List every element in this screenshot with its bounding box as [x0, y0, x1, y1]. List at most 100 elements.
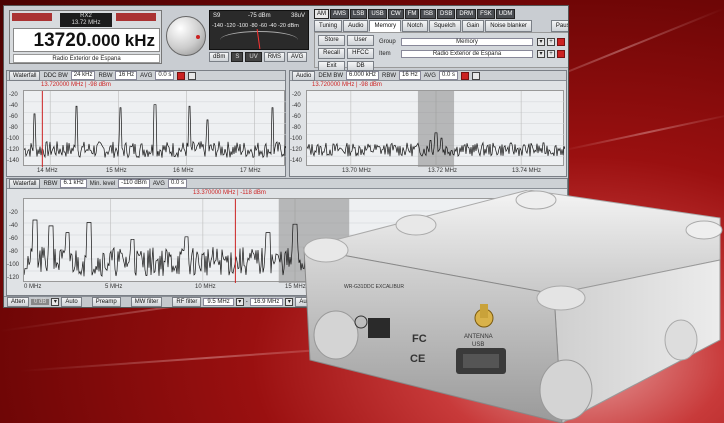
tuning-knob[interactable] [166, 16, 206, 56]
tab-gain[interactable]: Gain [461, 20, 485, 32]
tab-audio[interactable]: Audio [343, 20, 369, 32]
tab-notch[interactable]: Notch [402, 20, 428, 32]
auto-button[interactable]: Auto [61, 297, 82, 307]
user-button[interactable]: User [347, 35, 374, 46]
rbw2-field[interactable]: 6.1 kHz [60, 179, 87, 188]
group-select[interactable]: Memory [401, 38, 533, 46]
settings1-icon[interactable] [188, 71, 197, 80]
wideband-xtick: 0 MHz [24, 284, 42, 290]
item-dropdown-icon[interactable]: ▾ [537, 50, 545, 58]
hfcc-button[interactable]: HFCC [347, 48, 374, 59]
memory-panel: Store User Recall HFCC Exit DB Group Mem… [314, 32, 568, 72]
record1-icon[interactable] [177, 71, 186, 80]
meter-buttons: dBm S UV RMS AVG [209, 52, 308, 62]
wideband-spectrum-header: Waterfall RBW 6.1 kHz Min. level -110 dB… [7, 178, 567, 189]
rbw1-field[interactable]: 16 Hz [115, 71, 138, 80]
wideband-ytick: -60 [9, 236, 18, 242]
mode-bar: AM AMS LSB USB CW FM ISB DSB DRM FSK UDM [314, 9, 516, 19]
mode-udm[interactable]: UDM [495, 9, 516, 19]
meter-rms-button[interactable]: RMS [263, 52, 286, 62]
tab-pause[interactable]: Pause [550, 20, 568, 32]
meter-uv-button[interactable]: UV [245, 52, 262, 62]
store-button[interactable]: Store [318, 35, 345, 46]
rf-filter-high-field[interactable]: 16.9 MHz [249, 298, 284, 306]
audio-ytick: -120 [290, 147, 303, 153]
mode-usb[interactable]: USB [368, 9, 387, 19]
mode-cw[interactable]: CW [387, 9, 404, 19]
ddc-spectrum-svg [24, 91, 286, 167]
mode-isb[interactable]: ISB [420, 9, 437, 19]
passband-region[interactable] [417, 91, 455, 167]
meter-avg-button[interactable]: AVG [287, 52, 308, 62]
ddc-xtick: 17 MHz [240, 168, 261, 174]
mw-filter-button[interactable]: MW filter [130, 297, 163, 307]
group-dropdown-icon[interactable]: ▾ [537, 38, 545, 46]
waterfall1-button[interactable]: Waterfall [9, 70, 41, 81]
ddc-xtick: 16 MHz [173, 168, 194, 174]
item-delete-icon[interactable] [557, 50, 565, 58]
recall-button[interactable]: Recall [318, 48, 345, 59]
rf-filter-low-field[interactable]: 9.5 MHz [203, 298, 234, 306]
rf-low-dropdown-icon[interactable]: ▾ [235, 298, 244, 306]
waterfall2-button[interactable]: Waterfall [9, 178, 41, 189]
wideband-ytick: -100 [7, 262, 20, 268]
audio-button[interactable]: Audio [292, 70, 316, 81]
avg2-field[interactable]: 0.0 s [167, 179, 187, 188]
rbw2-label: RBW [43, 180, 58, 187]
tab-squelch[interactable]: Squelch [428, 20, 461, 32]
mode-ams[interactable]: AMS [330, 9, 350, 19]
atten-dropdown-icon[interactable]: ▾ [51, 298, 60, 306]
rf-high-dropdown-icon[interactable]: ▾ [285, 298, 294, 306]
meter-scale: -140 -120 -100 -80 -60 -40 -20 dBm [212, 23, 299, 29]
mode-fsk[interactable]: FSK [477, 9, 495, 19]
item-select[interactable]: Radio Exterior de Espana [401, 50, 533, 58]
atten-field[interactable]: 0 dB [31, 299, 50, 305]
frequency-display[interactable]: 13720.000 kHz [13, 28, 160, 52]
dem-bw-field[interactable]: 6.000 kHz [346, 71, 380, 80]
mode-lsb[interactable]: LSB [350, 9, 368, 19]
audio-ytick: -140 [290, 158, 303, 164]
item-label: Item [379, 51, 391, 57]
record-audio-icon[interactable] [460, 71, 469, 80]
audio-spectrum-plot[interactable] [306, 90, 565, 167]
dem-bw-label: DEM BW [318, 72, 344, 79]
avg-audio-field[interactable]: 0.0 s [438, 71, 458, 80]
mode-drm[interactable]: DRM [456, 9, 477, 19]
group-add-icon[interactable]: + [547, 38, 555, 46]
receiver-device: WR-G31DDC EXCALIBUR ANTENNA USB FC CE [303, 190, 723, 423]
ddc-ytick: -40 [9, 103, 18, 109]
frequency-main: 13720. [33, 30, 92, 51]
rx-selector[interactable]: RX2 13.72 MHz [60, 13, 112, 27]
meter-s-button[interactable]: S [231, 52, 244, 62]
wideband-xtick: 10 MHz [195, 284, 216, 290]
min-level-field[interactable]: -110 dBm [118, 179, 150, 188]
rx3-indicator[interactable] [116, 13, 156, 21]
tab-tuning[interactable]: Tuning [314, 20, 343, 32]
item-add-icon[interactable]: + [547, 50, 555, 58]
atten-button[interactable]: Atten [7, 297, 30, 307]
audio-ytick: -60 [292, 114, 301, 120]
frequency-unit: 000 kHz [91, 31, 155, 50]
ddc-ytick: -60 [9, 114, 18, 120]
avg1-field[interactable]: 0.0 s [155, 71, 175, 80]
audio-xtick: 13.74 MHz [512, 168, 542, 174]
meter-dbm-button[interactable]: dBm [209, 52, 230, 62]
ddc-bw-field[interactable]: 24 kHz [70, 71, 96, 80]
group-delete-icon[interactable] [557, 38, 565, 46]
rx1-indicator[interactable] [12, 13, 52, 21]
mode-am[interactable]: AM [314, 9, 329, 19]
tab-noise-blanker[interactable]: Noise blanker [485, 20, 532, 32]
antenna-label: ANTENNA [464, 334, 493, 340]
ddc-spectrum-plot[interactable] [23, 90, 286, 167]
rf-filter-button[interactable]: RF filter [172, 297, 202, 307]
audio-xtick: 13.72 MHz [428, 168, 458, 174]
mode-fm[interactable]: FM [404, 9, 420, 19]
meter-dbm: -75 dBm [248, 13, 271, 19]
rbw-audio-field[interactable]: 16 Hz [399, 71, 421, 80]
avg1-label: AVG [140, 72, 153, 79]
settings-audio-icon[interactable] [471, 71, 480, 80]
audio-ytick: -100 [290, 136, 303, 142]
preamp-button[interactable]: Preamp [91, 297, 121, 307]
tab-memory[interactable]: Memory [369, 20, 402, 32]
mode-dsb[interactable]: DSB [437, 9, 456, 19]
